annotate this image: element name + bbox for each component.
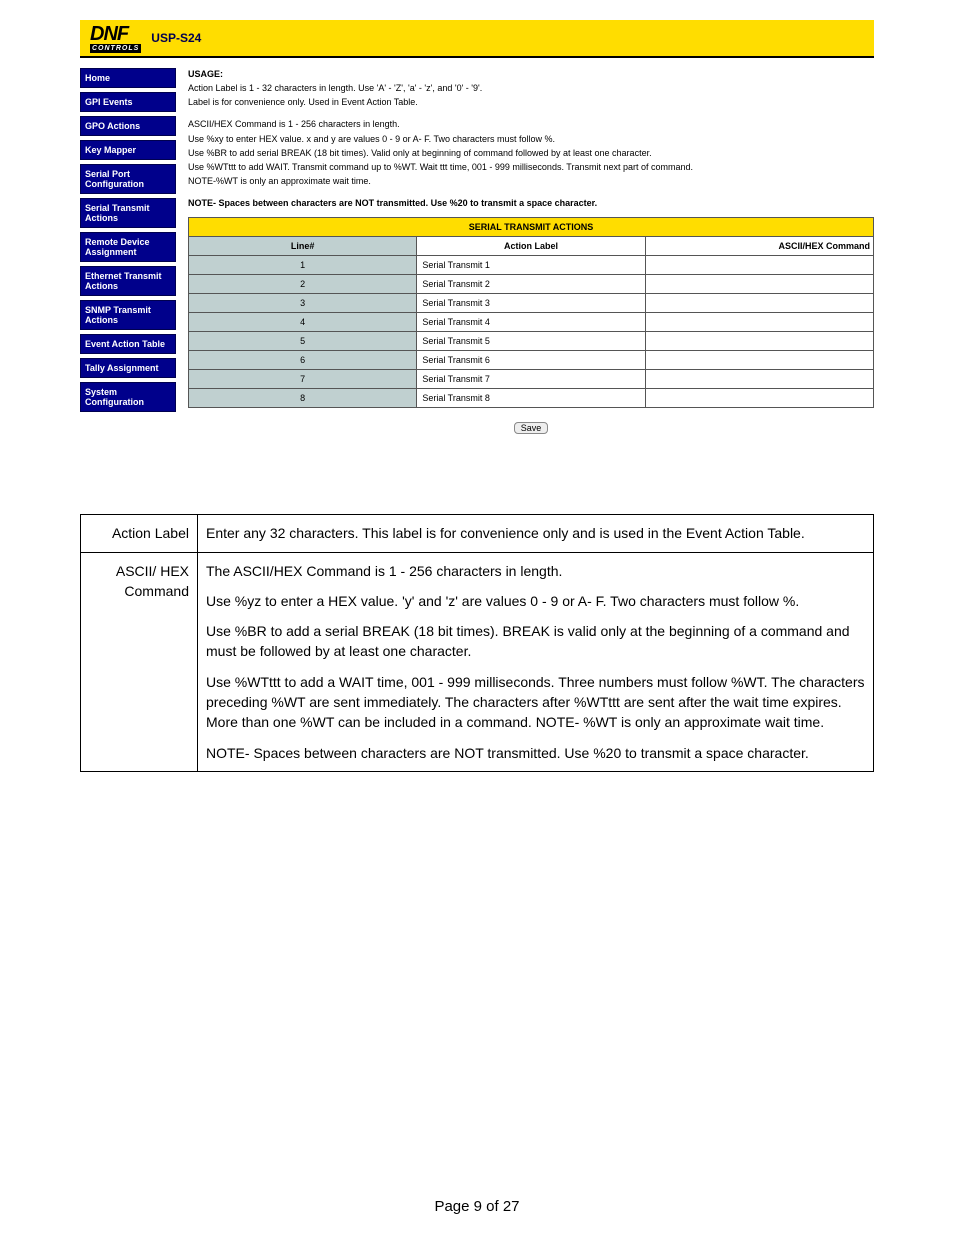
sidebar-item-gpo-actions[interactable]: GPO Actions [80, 116, 176, 136]
usage-line: Action Label is 1 - 32 characters in len… [188, 82, 874, 94]
table-row: 3 [189, 294, 874, 313]
command-input[interactable] [649, 297, 870, 309]
command-input[interactable] [649, 354, 870, 366]
sidebar-item-gpi-events[interactable]: GPI Events [80, 92, 176, 112]
table-row: 5 [189, 332, 874, 351]
sidebar-item-event-action-table[interactable]: Event Action Table [80, 334, 176, 354]
line-number: 1 [189, 256, 417, 275]
col-header-action-label: Action Label [417, 237, 645, 256]
desc-p: Use %BR to add a serial BREAK (18 bit ti… [206, 621, 865, 662]
action-label-input[interactable] [420, 297, 641, 309]
save-button[interactable]: Save [514, 422, 549, 434]
usage-line: Label is for convenience only. Used in E… [188, 96, 874, 108]
sidebar-item-key-mapper[interactable]: Key Mapper [80, 140, 176, 160]
desc-p: Use %yz to enter a HEX value. 'y' and 'z… [206, 591, 865, 611]
serial-table-caption: SERIAL TRANSMIT ACTIONS [189, 218, 874, 237]
logo-subtext: CONTROLS [90, 44, 141, 53]
desc-row2-text: The ASCII/HEX Command is 1 - 256 charact… [198, 552, 874, 771]
usage-line: Use %xy to enter HEX value. x and y are … [188, 133, 874, 145]
command-input[interactable] [649, 278, 870, 290]
sidebar-item-home[interactable]: Home [80, 68, 176, 88]
command-input[interactable] [649, 259, 870, 271]
sidebar-item-serial-port-config[interactable]: Serial Port Configuration [80, 164, 176, 194]
page-number: Page 9 of 27 [0, 1198, 954, 1215]
col-header-command: ASCII/HEX Command [645, 237, 873, 256]
command-input[interactable] [649, 392, 870, 404]
command-input[interactable] [649, 335, 870, 347]
desc-row1-label: Action Label [81, 515, 198, 552]
sidebar-item-snmp-transmit-actions[interactable]: SNMP Transmit Actions [80, 300, 176, 330]
line-number: 2 [189, 275, 417, 294]
usage-title: USAGE: [188, 68, 874, 80]
line-number: 3 [189, 294, 417, 313]
logo-text: DNF [90, 24, 141, 44]
table-row: 1 [189, 256, 874, 275]
usage-note: NOTE- Spaces between characters are NOT … [188, 197, 874, 209]
desc-p: The ASCII/HEX Command is 1 - 256 charact… [206, 561, 865, 581]
table-row: 4 [189, 313, 874, 332]
usage-line: Use %BR to add serial BREAK (18 bit time… [188, 147, 874, 159]
desc-row2-label: ASCII/ HEX Command [81, 552, 198, 771]
usage-line: ASCII/HEX Command is 1 - 256 characters … [188, 118, 874, 130]
action-label-input[interactable] [420, 392, 641, 404]
description-table: Action Label Enter any 32 characters. Th… [80, 514, 874, 772]
table-row: 7 [189, 370, 874, 389]
line-number: 5 [189, 332, 417, 351]
action-label-input[interactable] [420, 335, 641, 347]
sidebar-item-system-configuration[interactable]: System Configuration [80, 382, 176, 412]
desc-p: Use %WTttt to add a WAIT time, 001 - 999… [206, 672, 865, 733]
sidebar-item-ethernet-transmit-actions[interactable]: Ethernet Transmit Actions [80, 266, 176, 296]
header-bar: DNF CONTROLS USP-S24 [80, 20, 874, 58]
desc-row1-text: Enter any 32 characters. This label is f… [198, 515, 874, 552]
logo: DNF CONTROLS [90, 24, 141, 53]
action-label-input[interactable] [420, 278, 641, 290]
serial-transmit-table: SERIAL TRANSMIT ACTIONS Line# Action Lab… [188, 217, 874, 408]
command-input[interactable] [649, 373, 870, 385]
sidebar-item-tally-assignment[interactable]: Tally Assignment [80, 358, 176, 378]
line-number: 6 [189, 351, 417, 370]
action-label-input[interactable] [420, 373, 641, 385]
sidebar-item-serial-transmit-actions[interactable]: Serial Transmit Actions [80, 198, 176, 228]
action-label-input[interactable] [420, 316, 641, 328]
sidebar-item-remote-device-assignment[interactable]: Remote Device Assignment [80, 232, 176, 262]
col-header-line: Line# [189, 237, 417, 256]
table-row: 6 [189, 351, 874, 370]
action-label-input[interactable] [420, 259, 641, 271]
action-label-input[interactable] [420, 354, 641, 366]
command-input[interactable] [649, 316, 870, 328]
product-label: USP-S24 [151, 31, 201, 45]
usage-line: NOTE-%WT is only an approximate wait tim… [188, 175, 874, 187]
usage-line: Use %WTttt to add WAIT. Transmit command… [188, 161, 874, 173]
table-row: 2 [189, 275, 874, 294]
usage-block: USAGE: Action Label is 1 - 32 characters… [188, 68, 874, 209]
line-number: 7 [189, 370, 417, 389]
main-content: USAGE: Action Label is 1 - 32 characters… [188, 68, 874, 434]
desc-p: NOTE- Spaces between characters are NOT … [206, 743, 865, 763]
line-number: 8 [189, 389, 417, 408]
table-row: 8 [189, 389, 874, 408]
line-number: 4 [189, 313, 417, 332]
sidebar: Home GPI Events GPO Actions Key Mapper S… [80, 68, 176, 412]
